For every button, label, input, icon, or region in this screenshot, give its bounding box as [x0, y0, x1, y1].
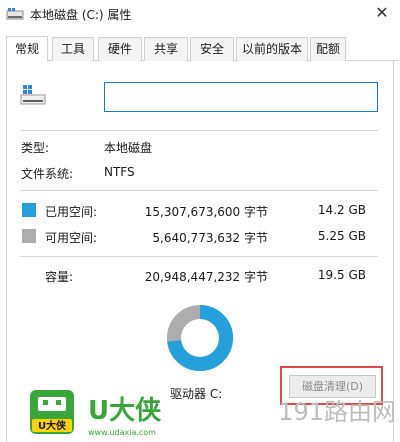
capacity-bytes: 20,948,447,232 字节: [144, 270, 268, 284]
tab-security[interactable]: 安全: [190, 37, 234, 61]
udaxia-url: www.udaxia.com: [88, 428, 156, 437]
close-icon[interactable]: ✕: [374, 5, 390, 21]
used-space-swatch: [22, 203, 36, 217]
separator: [20, 130, 378, 131]
tab-previous-versions[interactable]: 以前的版本: [236, 37, 308, 61]
udaxia-logo: U大侠 U大侠 www.udaxia.com: [30, 390, 162, 437]
tab-tools[interactable]: 工具: [52, 37, 94, 61]
title-bar: 本地磁盘 (C:) 属性 ✕: [0, 0, 400, 30]
capacity-label: 容量:: [45, 270, 74, 284]
capacity-size: 19.5 GB: [317, 268, 366, 282]
191-brand: 191路由网: [278, 398, 396, 426]
window-title: 本地磁盘 (C:) 属性: [30, 8, 132, 22]
usage-donut: [167, 305, 233, 371]
windows-drive-icon: [20, 85, 46, 105]
used-space-bytes: 15,307,673,600 字节: [144, 205, 268, 219]
separator: [20, 256, 378, 257]
filesystem-label: 文件系统:: [21, 167, 74, 181]
separator: [20, 190, 378, 191]
used-space-size: 14.2 GB: [317, 203, 366, 217]
udaxia-badge-text: U大侠: [38, 419, 67, 432]
191-router-logo: 191路由网: [278, 398, 396, 426]
tab-sharing[interactable]: 共享: [144, 37, 188, 61]
drive-name-input[interactable]: [104, 82, 378, 112]
type-value: 本地磁盘: [104, 141, 153, 155]
tab-strip: 常规 工具 硬件 共享 安全 以前的版本 配额: [6, 36, 398, 61]
free-space-bytes: 5,640,773,632 字节: [152, 231, 268, 245]
tab-general[interactable]: 常规: [6, 36, 48, 61]
used-space-label: 已用空间:: [45, 205, 98, 219]
udaxia-brand: U大侠: [88, 395, 162, 426]
filesystem-value: NTFS: [104, 165, 135, 179]
properties-window: 本地磁盘 (C:) 属性 ✕ 常规 工具 硬件 共享 安全 以前的版本 配额 类…: [0, 0, 400, 442]
tab-hardware[interactable]: 硬件: [98, 37, 142, 61]
free-space-size: 5.25 GB: [317, 229, 366, 243]
type-label: 类型:: [21, 141, 50, 155]
drive-icon: [6, 8, 24, 20]
free-space-swatch: [22, 229, 36, 243]
tab-quota[interactable]: 配额: [310, 37, 346, 61]
free-space-label: 可用空间:: [45, 231, 98, 245]
